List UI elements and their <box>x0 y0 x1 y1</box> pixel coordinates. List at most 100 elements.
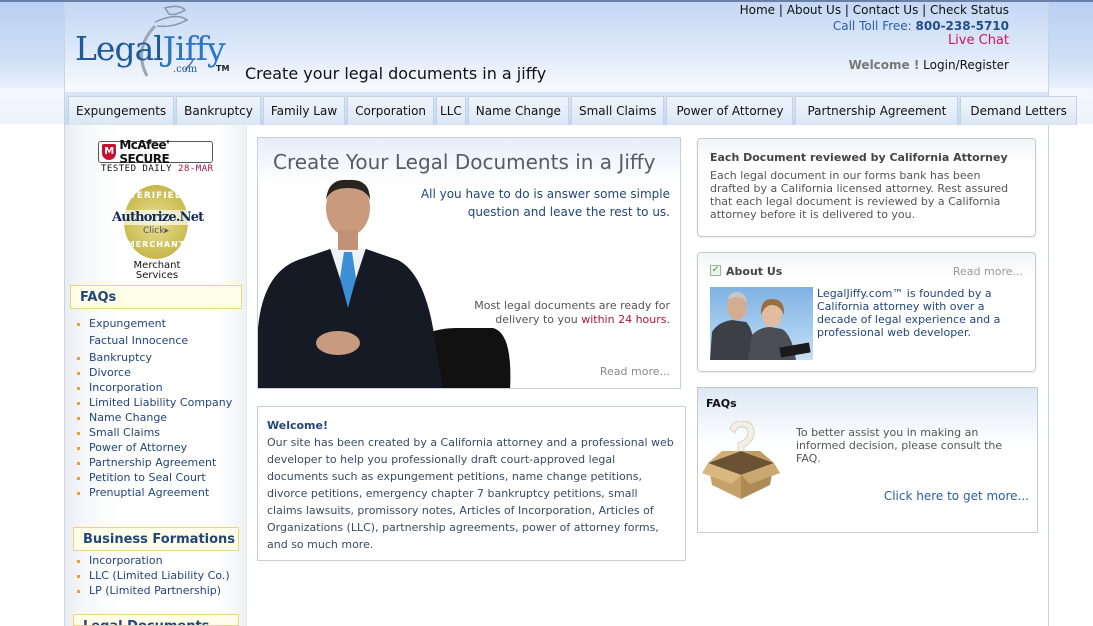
about-us-title: About Us <box>726 265 783 278</box>
faq-item[interactable]: Limited Liability Company <box>77 395 232 410</box>
about-us-body: LegalJiffy.com™ is founded by a Californ… <box>817 287 1001 339</box>
top-links: Home | About Us | Contact Us | Check Sta… <box>740 3 1009 17</box>
nav-bankruptcy[interactable]: Bankruptcy <box>176 96 261 125</box>
faq-item[interactable]: Expungement <box>77 316 232 332</box>
separator: | <box>922 3 927 17</box>
nav-name-change[interactable]: Name Change <box>467 96 569 125</box>
merchant-services: Merchant Services <box>112 261 202 281</box>
faq-box-title: FAQs <box>706 397 737 410</box>
bullet-icon <box>77 356 80 360</box>
bullet-icon <box>77 461 80 465</box>
bullet-icon <box>77 446 80 450</box>
nav-demand-letters[interactable]: Demand Letters <box>960 96 1077 125</box>
toll-free-number: 800-238-5710 <box>915 19 1009 33</box>
nav-partnership-agreement[interactable]: Partnership Agreement <box>795 96 959 125</box>
login-register-link[interactable]: Login/Register <box>923 58 1009 72</box>
bullet-icon <box>77 371 80 375</box>
authorize-net-seal[interactable]: VERIFIED Authorize.Net Click▸ MERCHANT <box>112 185 204 259</box>
seal-merchant: MERCHANT <box>126 240 186 249</box>
main-nav: Expungements Bankruptcy Family Law Corpo… <box>68 96 1079 125</box>
nav-power-of-attorney[interactable]: Power of Attorney <box>666 96 794 125</box>
check-status-link[interactable]: Check Status <box>930 3 1009 17</box>
review-body: Each legal document in our forms bank ha… <box>710 169 1009 221</box>
faq-item[interactable]: Partnership Agreement <box>77 455 232 470</box>
business-item[interactable]: LLC (Limited Liability Co.) <box>77 568 230 583</box>
bullet-icon <box>77 491 80 495</box>
nav-llc[interactable]: LLC <box>436 96 466 125</box>
faqs-list: Expungement Factual Innocence Bankruptcy… <box>77 316 232 500</box>
separator: | <box>844 3 849 17</box>
about-us-link[interactable]: About Us <box>787 3 841 17</box>
tested-daily-label: TESTED DAILY <box>101 164 173 174</box>
welcome-title: Welcome! <box>267 419 328 432</box>
welcome-line: Welcome ! Login/Register <box>849 58 1009 72</box>
seal-name: Authorize.Net <box>112 210 204 225</box>
welcome-label: Welcome ! <box>848 58 920 72</box>
faq-get-more-link[interactable]: Click here to get more... <box>884 489 1029 503</box>
seal-click: Click▸ <box>143 226 169 236</box>
tested-date: 28-MAR <box>178 164 214 174</box>
faq-item[interactable]: Incorporation <box>77 380 232 395</box>
bullet-icon <box>77 386 80 390</box>
bullet-icon <box>77 401 80 405</box>
mcafee-shield-icon: M <box>102 144 117 160</box>
logo[interactable]: LegalJiffy .com TM <box>75 4 235 84</box>
faq-item[interactable]: Divorce <box>77 365 232 380</box>
seal-verified: VERIFIED <box>128 191 184 201</box>
nav-small-claims[interactable]: Small Claims <box>570 96 665 125</box>
hero-read-more-link[interactable]: Read more... <box>600 365 670 378</box>
logo-wordmark: LegalJiffy <box>75 29 226 68</box>
faq-item[interactable]: Bankruptcy <box>77 350 232 365</box>
welcome-box: Welcome! Our site has been created by a … <box>257 406 686 561</box>
faq-item[interactable]: Name Change <box>77 410 232 425</box>
bullet-icon <box>77 322 80 326</box>
hero-title: Create Your Legal Documents in a Jiffy <box>273 150 656 174</box>
delivery-line: Most legal documents are ready for <box>474 299 670 312</box>
review-box: Each Document reviewed by California Att… <box>697 138 1036 237</box>
live-chat-link[interactable]: Live Chat <box>948 33 1009 48</box>
hero-banner: Create Your Legal Documents in a Jiffy A… <box>257 137 681 389</box>
about-us-box: ✓ About Us Read more... LegalJiffy.com™ … <box>697 252 1036 372</box>
delivery-highlight: within 24 hours. <box>581 313 670 326</box>
hero-subtitle: All you have to do is answer some simple… <box>421 185 670 221</box>
question-box-icon <box>702 421 780 499</box>
mcafee-brand: McAfee' SECURE <box>119 138 170 166</box>
nav-corporation[interactable]: Corporation <box>347 96 435 125</box>
home-link[interactable]: Home <box>740 3 775 17</box>
founders-photo <box>710 287 813 360</box>
bullet-icon <box>77 476 80 480</box>
tagline: Create your legal documents in a jiffy <box>245 64 547 83</box>
separator: | <box>778 3 783 17</box>
bullet-icon <box>77 431 80 435</box>
toll-free-label: Call Toll Free: <box>832 19 912 33</box>
toll-free: Call Toll Free: 800-238-5710 <box>833 19 1009 33</box>
faq-box-body: To better assist you in making an inform… <box>796 426 1003 465</box>
delivery-line: delivery to you within 24 hours. <box>495 313 670 326</box>
about-read-more-link[interactable]: Read more... <box>953 265 1023 278</box>
contact-us-link[interactable]: Contact Us <box>853 3 919 17</box>
nav-expungements[interactable]: Expungements <box>68 96 175 125</box>
merchant-services-line: Services <box>135 270 179 281</box>
hero-subtitle-line: question and leave the rest to us. <box>467 205 670 219</box>
business-item[interactable]: LP (Limited Partnership) <box>77 583 230 598</box>
faq-box: FAQs To better assist you in making an i… <box>697 387 1038 533</box>
bullet-icon <box>77 559 80 563</box>
hero-delivery: Most legal documents are ready for deliv… <box>474 299 670 327</box>
legal-documents-heading: Legal Documents <box>73 614 239 626</box>
faq-item[interactable]: Small Claims <box>77 425 232 440</box>
bullet-icon <box>77 589 80 593</box>
faq-item[interactable]: Power of Attorney <box>77 440 232 455</box>
faqs-heading: FAQs <box>70 285 242 309</box>
faq-item[interactable]: Factual Innocence <box>77 332 232 350</box>
nav-family-law[interactable]: Family Law <box>262 96 346 125</box>
hero-subtitle-line: All you have to do is answer some simple <box>420 187 670 201</box>
business-item[interactable]: Incorporation <box>77 553 230 568</box>
business-formations-heading: Business Formations <box>73 527 239 551</box>
business-formations-list: Incorporation LLC (Limited Liability Co.… <box>77 553 230 598</box>
faq-item[interactable]: Prenuptial Agreement <box>77 485 232 500</box>
welcome-body: Our site has been created by a Californi… <box>267 436 674 551</box>
faq-item[interactable]: Petition to Seal Court <box>77 470 232 485</box>
mcafee-secure-badge[interactable]: M McAfee' SECURE <box>98 138 213 166</box>
checkmark-icon: ✓ <box>710 265 721 276</box>
logo-tm: TM <box>216 64 230 73</box>
